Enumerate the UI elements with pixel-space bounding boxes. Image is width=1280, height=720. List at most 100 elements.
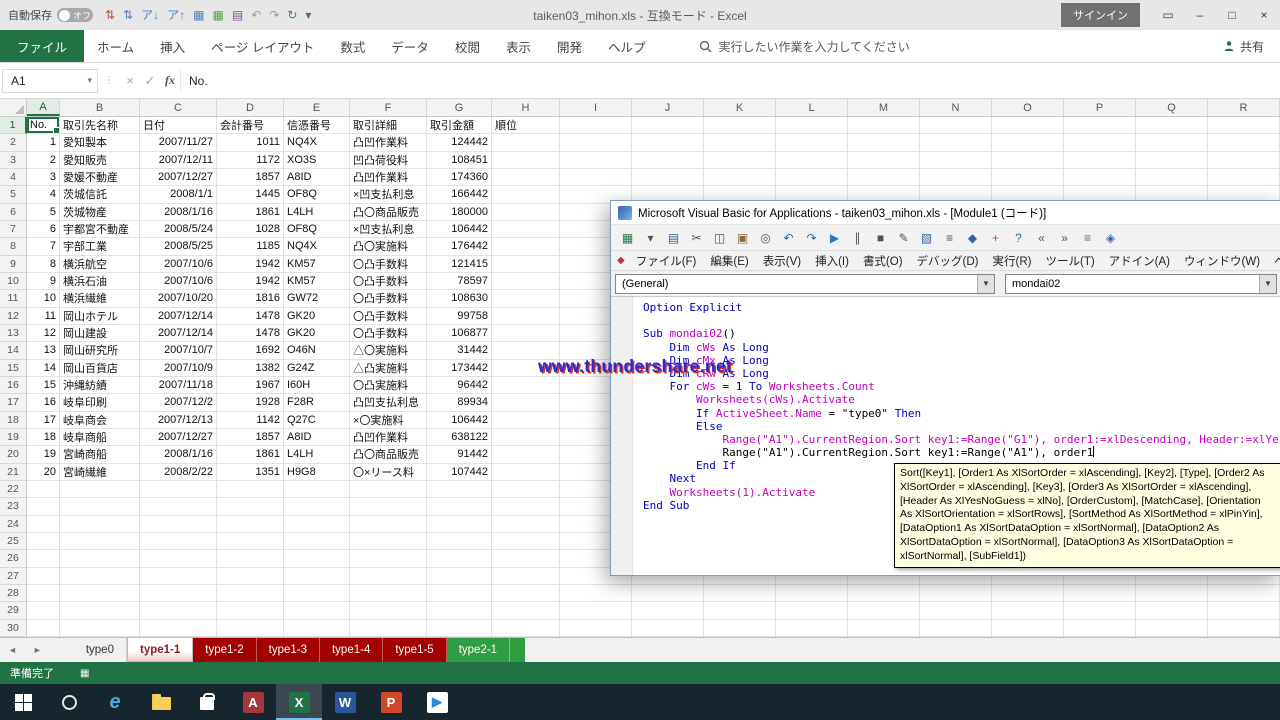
cell-B24[interactable]	[60, 516, 140, 533]
insert-object-dropdown-icon[interactable]: ▾	[640, 228, 661, 248]
formula-content[interactable]: No.	[180, 69, 1280, 93]
cell-G18[interactable]: 106442	[427, 412, 492, 429]
cell-L4[interactable]	[776, 169, 848, 186]
cell-R29[interactable]	[1208, 602, 1280, 619]
column-header-P[interactable]: P	[1064, 99, 1136, 116]
store-icon[interactable]	[184, 684, 230, 720]
vba-menu-0[interactable]: ファイル(F)	[629, 253, 704, 269]
cell-A21[interactable]: 20	[27, 464, 60, 481]
cell-D13[interactable]: 1478	[217, 325, 284, 342]
vba-menu-5[interactable]: デバッグ(D)	[910, 253, 986, 269]
cell-H9[interactable]	[492, 256, 560, 273]
cell-D19[interactable]: 1857	[217, 429, 284, 446]
cell-N1[interactable]	[920, 117, 992, 134]
cell-Q28[interactable]	[1136, 585, 1208, 602]
cell-F2[interactable]: 凸凹作業料	[350, 134, 427, 151]
cell-A26[interactable]	[27, 550, 60, 567]
cell-D16[interactable]: 1967	[217, 377, 284, 394]
sheet-tab-type1-5[interactable]: type1-5	[383, 638, 446, 662]
cell-G9[interactable]: 121415	[427, 256, 492, 273]
cell-E12[interactable]: GK20	[284, 308, 350, 325]
cell-M1[interactable]	[848, 117, 920, 134]
cell-N29[interactable]	[920, 602, 992, 619]
cell-A16[interactable]: 15	[27, 377, 60, 394]
cell-E19[interactable]: A8ID	[284, 429, 350, 446]
cell-G14[interactable]: 31442	[427, 342, 492, 359]
edge-icon[interactable]: e	[92, 684, 138, 720]
object-dropdown[interactable]: (General) ▼	[615, 274, 995, 294]
cell-B16[interactable]: 沖縄紡績	[60, 377, 140, 394]
cell-D23[interactable]	[217, 498, 284, 515]
cell-G6[interactable]: 180000	[427, 204, 492, 221]
cell-G19[interactable]: 638122	[427, 429, 492, 446]
ribbon-tab-8[interactable]: 開発	[544, 30, 595, 62]
toolbox-icon[interactable]: +	[985, 228, 1006, 248]
cell-G15[interactable]: 173442	[427, 360, 492, 377]
cell-L28[interactable]	[776, 585, 848, 602]
sign-in-button[interactable]: サインイン	[1061, 3, 1140, 27]
cell-F17[interactable]: 凸凹支払利息	[350, 394, 427, 411]
cell-D18[interactable]: 1142	[217, 412, 284, 429]
cell-O4[interactable]	[992, 169, 1064, 186]
paste-icon[interactable]: ▣	[732, 228, 753, 248]
cell-A8[interactable]: 7	[27, 238, 60, 255]
cell-J29[interactable]	[632, 602, 704, 619]
cell-B29[interactable]	[60, 602, 140, 619]
row-header-13[interactable]: 13	[0, 325, 27, 342]
cell-J2[interactable]	[632, 134, 704, 151]
column-header-E[interactable]: E	[284, 99, 350, 116]
cell-D4[interactable]: 1857	[217, 169, 284, 186]
cell-E21[interactable]: H9G8	[284, 464, 350, 481]
cell-A28[interactable]	[27, 585, 60, 602]
cell-C20[interactable]: 2008/1/16	[140, 446, 217, 463]
cell-A5[interactable]: 4	[27, 186, 60, 203]
cell-A13[interactable]: 12	[27, 325, 60, 342]
cell-G30[interactable]	[427, 620, 492, 637]
cell-B1[interactable]: 取引先名称	[60, 117, 140, 134]
sheet-tab-type0[interactable]: type0	[74, 638, 127, 662]
procedure-dropdown[interactable]: mondai02 ▼	[1005, 274, 1277, 294]
comment-block-icon[interactable]: ≡	[1077, 228, 1098, 248]
cell-G25[interactable]	[427, 533, 492, 550]
cell-G17[interactable]: 89934	[427, 394, 492, 411]
cell-C9[interactable]: 2007/10/6	[140, 256, 217, 273]
cell-B12[interactable]: 岡山ホテル	[60, 308, 140, 325]
cell-G27[interactable]	[427, 568, 492, 585]
cell-B7[interactable]: 宇都宮不動産	[60, 221, 140, 238]
cell-F1[interactable]: 取引詳細	[350, 117, 427, 134]
cell-D3[interactable]: 1172	[217, 152, 284, 169]
cell-D12[interactable]: 1478	[217, 308, 284, 325]
cell-C18[interactable]: 2007/12/13	[140, 412, 217, 429]
cell-O1[interactable]	[992, 117, 1064, 134]
cell-H30[interactable]	[492, 620, 560, 637]
cell-E10[interactable]: KM57	[284, 273, 350, 290]
cell-H25[interactable]	[492, 533, 560, 550]
cell-A2[interactable]: 1	[27, 134, 60, 151]
cell-E17[interactable]: F28R	[284, 394, 350, 411]
cell-H27[interactable]	[492, 568, 560, 585]
cell-K3[interactable]	[704, 152, 776, 169]
cell-J1[interactable]	[632, 117, 704, 134]
cell-M30[interactable]	[848, 620, 920, 637]
reset-icon[interactable]: ■	[870, 228, 891, 248]
cell-N2[interactable]	[920, 134, 992, 151]
column-header-A[interactable]: A	[27, 99, 60, 116]
row-header-1[interactable]: 1	[0, 117, 27, 134]
cell-G28[interactable]	[427, 585, 492, 602]
cell-A11[interactable]: 10	[27, 290, 60, 307]
cell-H11[interactable]	[492, 290, 560, 307]
cell-P2[interactable]	[1064, 134, 1136, 151]
cell-D11[interactable]: 1816	[217, 290, 284, 307]
cell-B19[interactable]: 岐阜商船	[60, 429, 140, 446]
column-header-I[interactable]: I	[560, 99, 632, 116]
cell-K28[interactable]	[704, 585, 776, 602]
cell-I28[interactable]	[560, 585, 632, 602]
cell-D25[interactable]	[217, 533, 284, 550]
vba-menu-4[interactable]: 書式(O)	[856, 253, 910, 269]
cell-H6[interactable]	[492, 204, 560, 221]
cell-B27[interactable]	[60, 568, 140, 585]
cell-H19[interactable]	[492, 429, 560, 446]
column-header-F[interactable]: F	[350, 99, 427, 116]
enter-icon[interactable]: ✓	[140, 73, 160, 89]
cell-Q30[interactable]	[1136, 620, 1208, 637]
